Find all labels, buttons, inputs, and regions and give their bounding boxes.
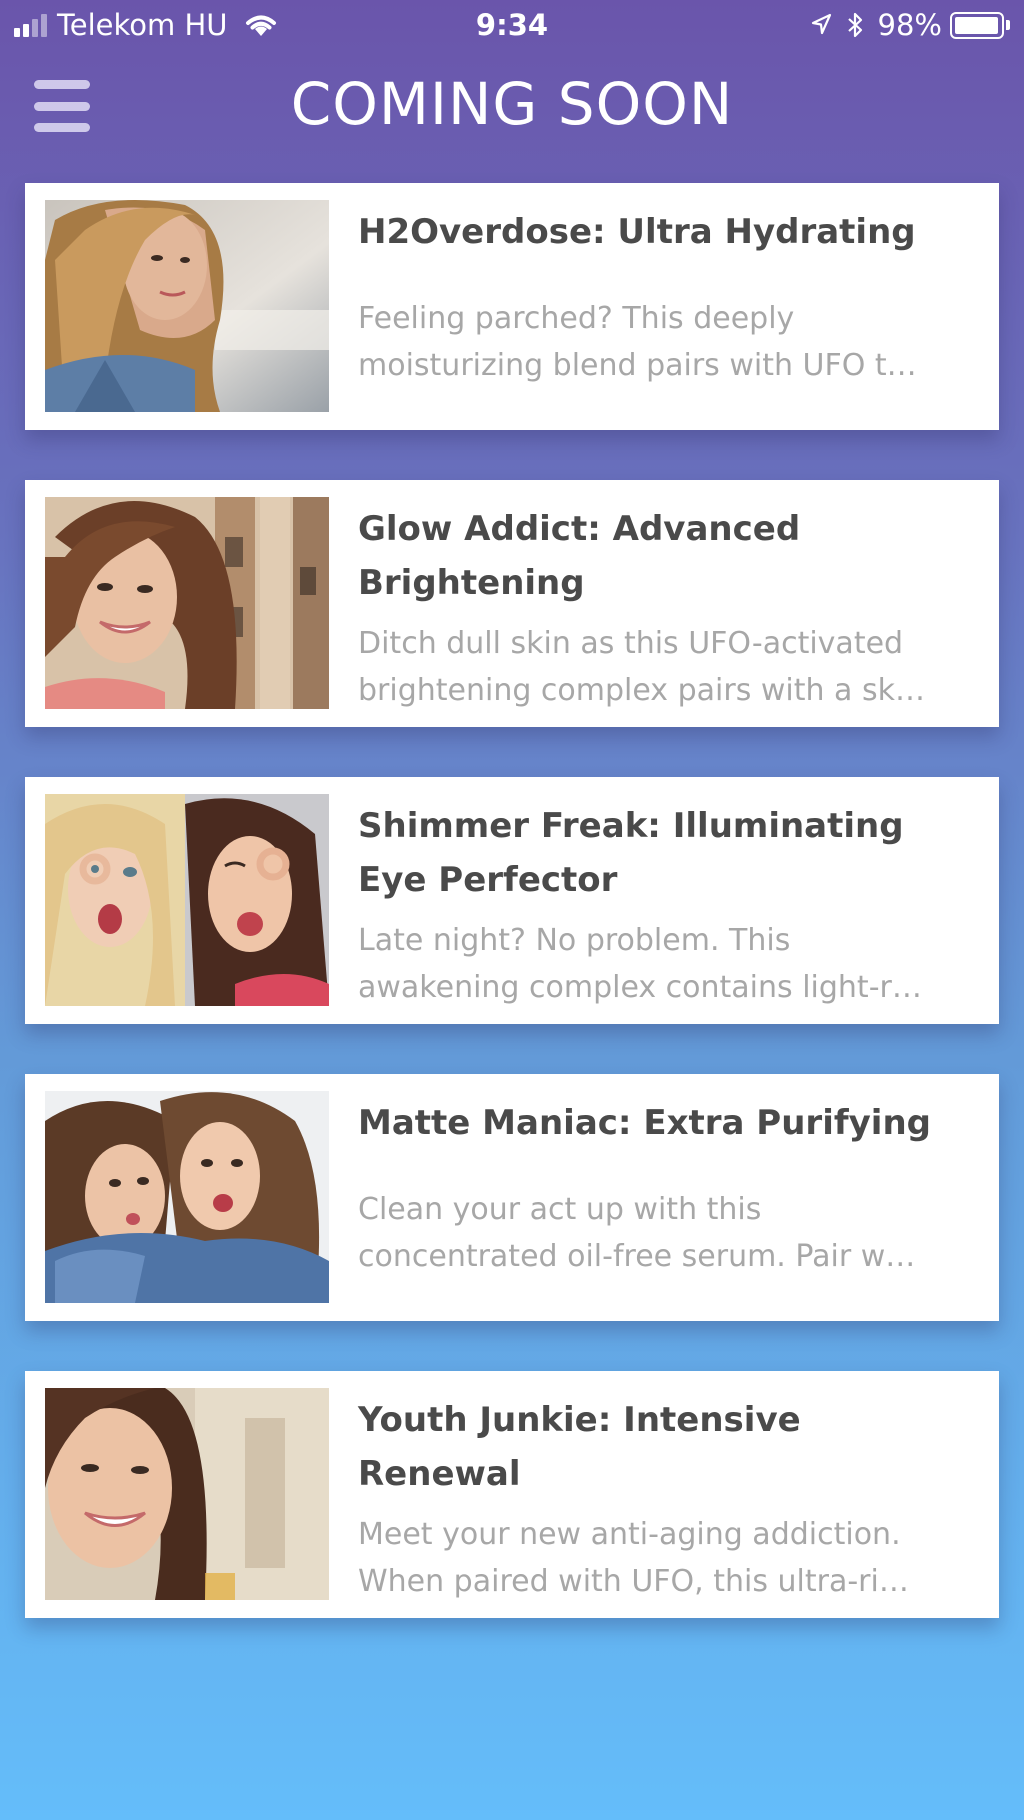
description-line: When paired with UFO, this ultra-ri… (358, 1564, 909, 1599)
product-card-purifying[interactable]: Matte Maniac: Extra Purifying Clean your… (25, 1074, 999, 1321)
woman-smiling-street-photo (45, 497, 329, 709)
description-line: concentrated oil-free serum. Pair w… (358, 1239, 916, 1274)
status-bar: Telekom HU 9:34 98% (0, 0, 1024, 52)
location-arrow-icon (811, 13, 831, 35)
battery-level (955, 16, 999, 34)
product-description: Feeling parched? This deeply moisturizin… (358, 295, 974, 389)
description-line: awakening complex contains light-r… (358, 970, 922, 1005)
product-description: Clean your act up with this concentrated… (358, 1186, 974, 1280)
status-right: 98% (810, 8, 1012, 42)
product-image (45, 794, 329, 1006)
product-title: H2Overdose: Ultra Hydrating (358, 212, 916, 252)
product-description: Late night? No problem. This awakening c… (358, 917, 974, 1011)
product-title: Matte Maniac: Extra Purifying (358, 1103, 932, 1143)
battery-icon (950, 11, 1012, 39)
description-line: Ditch dull skin as this UFO-activated (358, 626, 904, 661)
woman-smiling-closeup-photo (45, 1388, 329, 1600)
product-description: Meet your new anti-aging addiction. When… (358, 1511, 974, 1605)
product-title: Glow Addict: Advanced Brightening (358, 509, 801, 603)
product-card-hydrating[interactable]: H2Overdose: Ultra Hydrating Feeling parc… (25, 183, 999, 430)
product-title: Shimmer Freak: Illuminating Eye Perfecto… (358, 806, 904, 900)
product-description: Ditch dull skin as this UFO-activated br… (358, 620, 974, 714)
woman-blonde-portrait-photo (45, 200, 329, 412)
product-image (45, 1388, 329, 1600)
product-card-renewal[interactable]: Youth Junkie: Intensive Renewal Meet you… (25, 1371, 999, 1618)
two-women-ok-gesture-photo (45, 794, 329, 1006)
page-title: COMING SOON (290, 70, 734, 138)
product-card-eye-perfector[interactable]: Shimmer Freak: Illuminating Eye Perfecto… (25, 777, 999, 1024)
product-image (45, 200, 329, 412)
description-line: Clean your act up with this (358, 1192, 762, 1227)
product-card-brightening[interactable]: Glow Addict: Advanced Brightening Ditch … (25, 480, 999, 727)
description-line: Meet your new anti-aging addiction. (358, 1517, 901, 1552)
two-women-hugging-photo (45, 1091, 329, 1303)
product-image (45, 497, 329, 709)
description-line: moisturizing blend pairs with UFO t… (358, 348, 917, 383)
bluetooth-icon (847, 12, 862, 38)
battery-percentage: 98% (877, 8, 942, 42)
description-line: Feeling parched? This deeply (358, 301, 795, 336)
description-line: Late night? No problem. This (358, 923, 791, 958)
description-line: brightening complex pairs with a sk… (358, 673, 925, 708)
product-title: Youth Junkie: Intensive Renewal (358, 1400, 801, 1494)
product-image (45, 1091, 329, 1303)
